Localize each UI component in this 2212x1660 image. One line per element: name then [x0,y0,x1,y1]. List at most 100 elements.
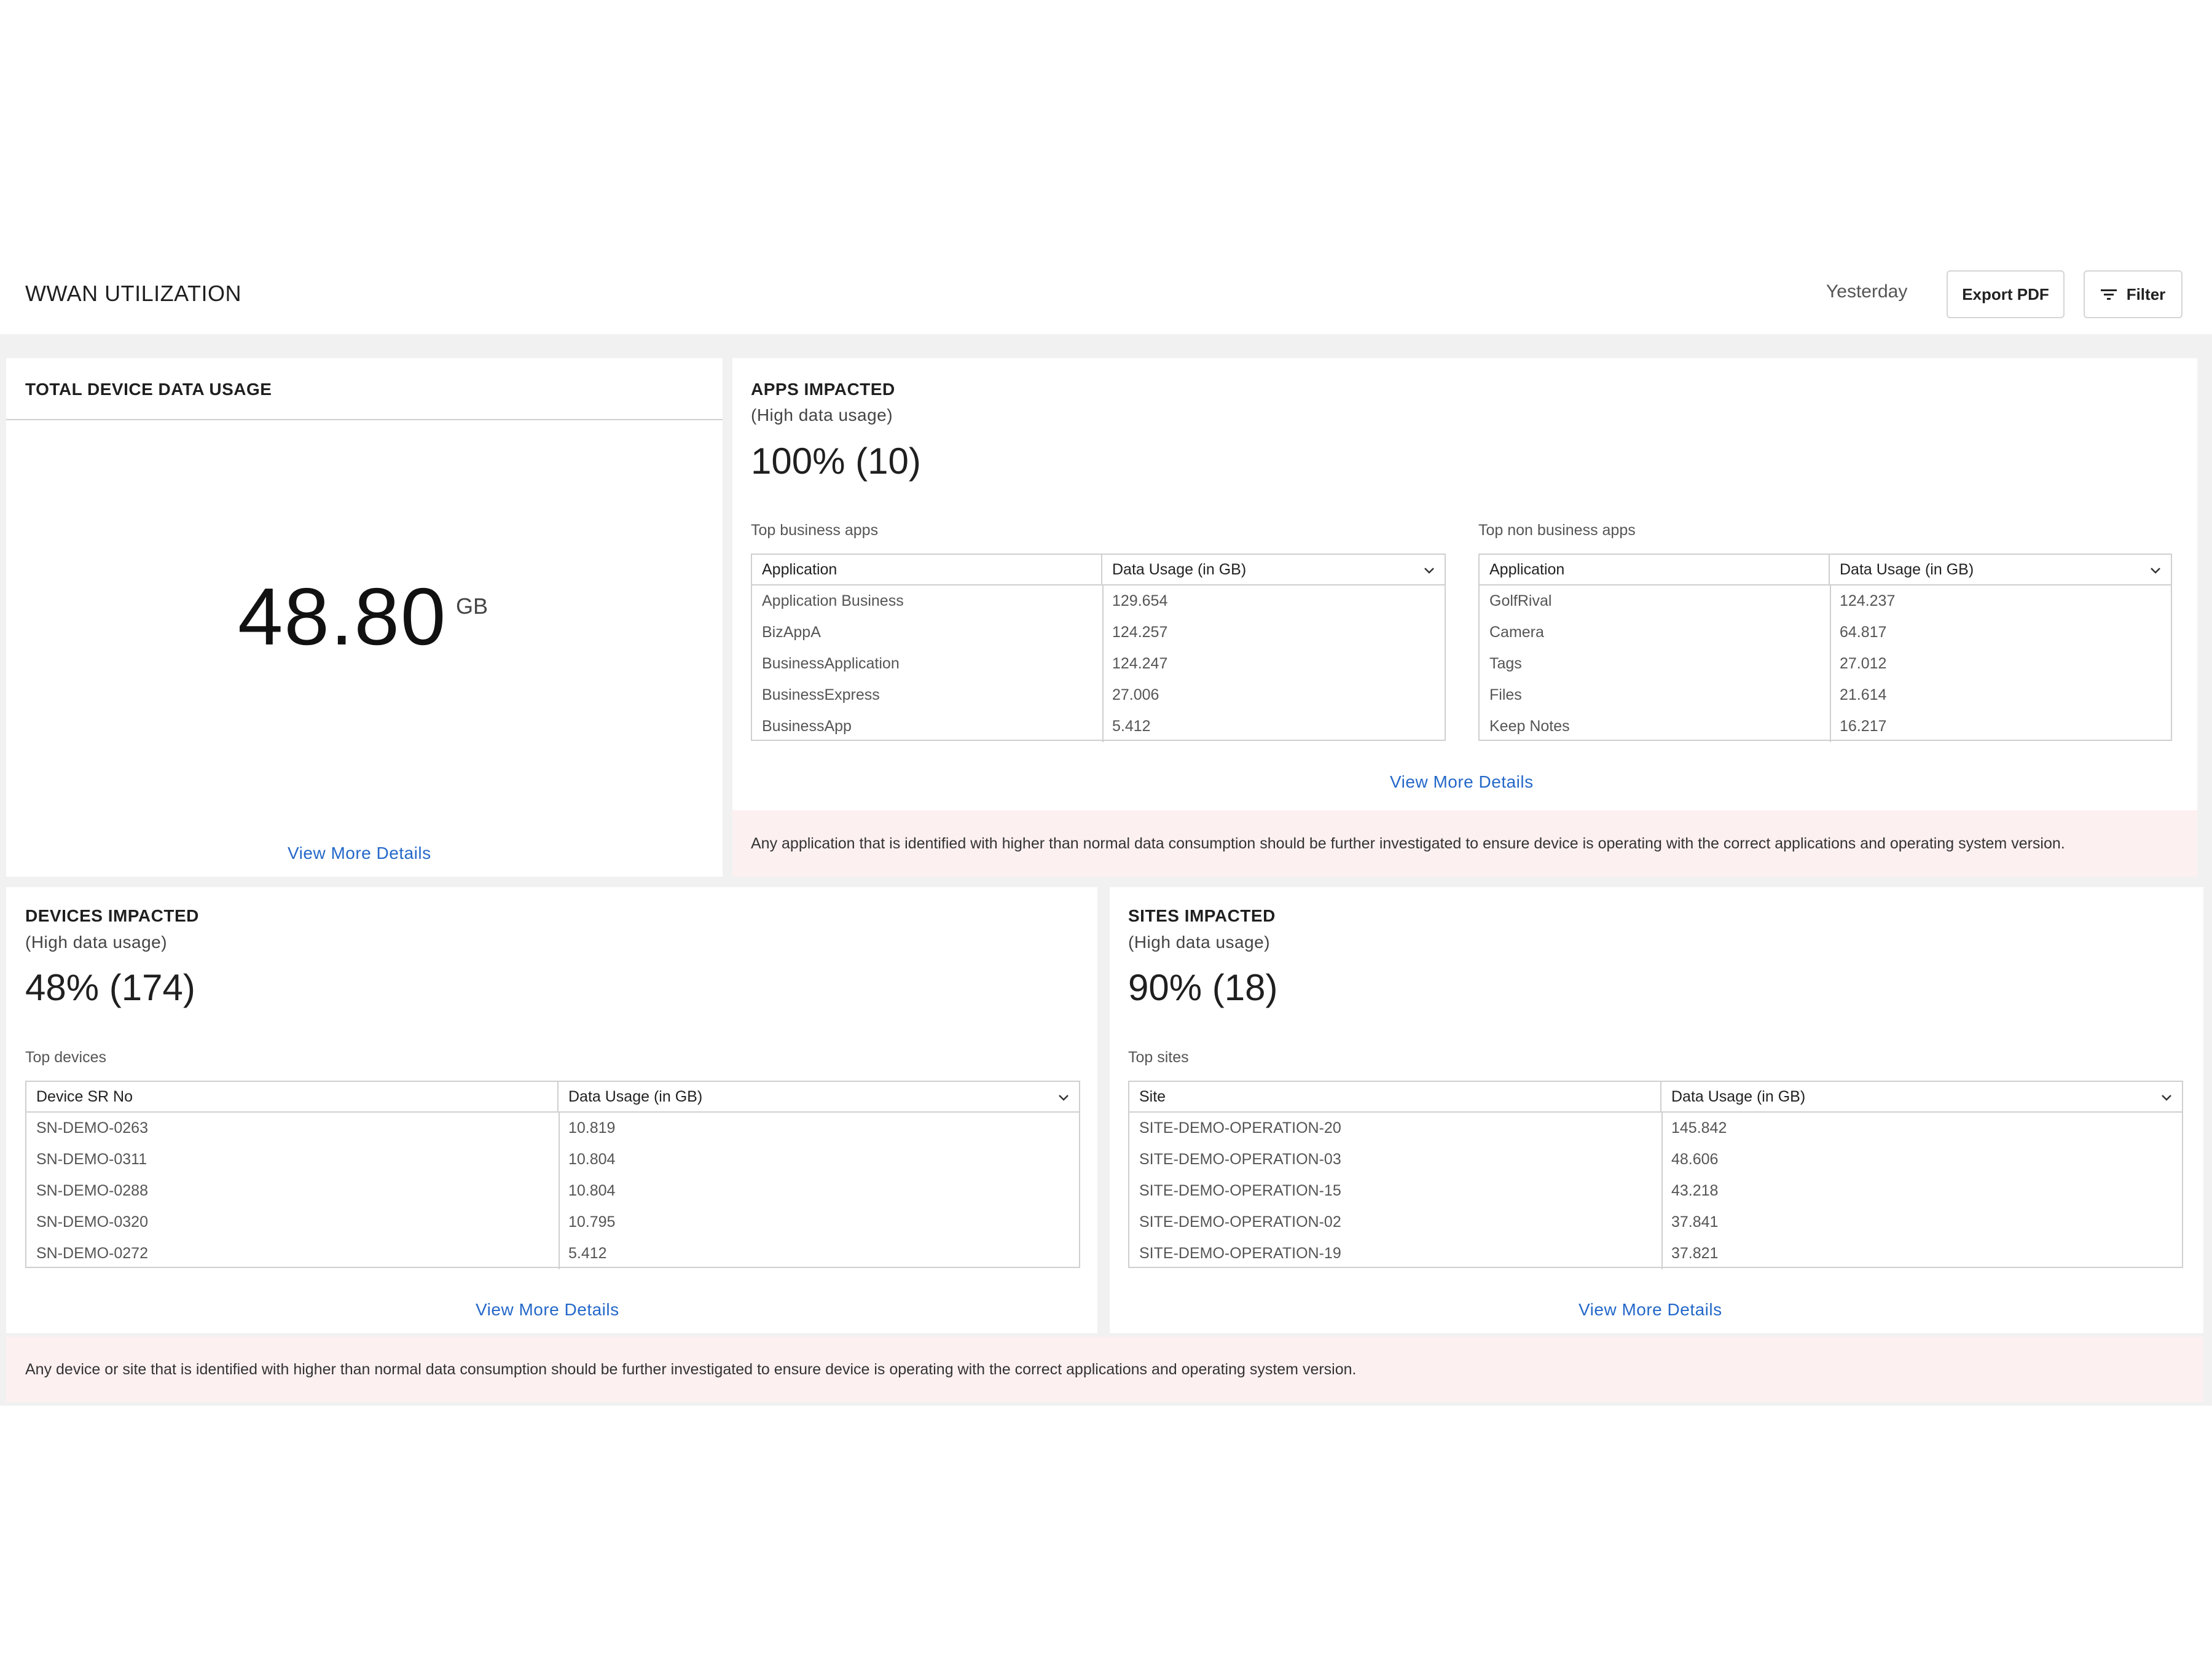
apps-impacted-percent: 100% (10) [751,440,921,482]
filter-label: Filter [2126,284,2166,303]
non-business-apps-table: Application Data Usage (in GB) GolfRival… [1478,554,2172,742]
table-row[interactable]: GolfRival 124.237 [1480,585,2171,617]
table-row[interactable]: BizAppA 124.257 [752,617,1445,648]
device-sr-cell: SN-DEMO-0272 [36,1245,148,1262]
column-separator [559,1113,560,1269]
data-usage-cell: 37.841 [1671,1213,1719,1231]
column-header-site[interactable]: Site [1129,1082,1661,1111]
table-row[interactable]: Application Business 129.654 [752,585,1445,617]
table-row[interactable]: Camera 64.817 [1480,617,2171,648]
table-row[interactable]: SITE-DEMO-OPERATION-20 145.842 [1129,1113,2182,1144]
table-row[interactable]: BusinessApplication 124.247 [752,648,1445,679]
total-usage-title: TOTAL DEVICE DATA USAGE [25,380,272,399]
total-usage-unit: GB [456,593,488,619]
column-header-data-usage[interactable]: Data Usage (in GB) [1661,1082,2182,1111]
data-usage-cell: 21.614 [1840,686,1887,703]
filter-button[interactable]: Filter [2084,270,2183,318]
app-name-cell: Tags [1489,655,1522,672]
table-row[interactable]: Tags 27.012 [1480,648,2171,679]
chevron-down-icon[interactable] [2149,563,2162,577]
data-usage-cell: 10.795 [568,1213,616,1231]
app-name-cell: BusinessApp [762,718,852,735]
site-name-cell: SITE-DEMO-OPERATION-02 [1139,1213,1341,1231]
table-row[interactable]: BusinessApp 5.412 [752,711,1445,742]
data-usage-cell: 37.821 [1671,1245,1719,1262]
app-name-cell: Camera [1489,624,1544,641]
data-usage-cell: 27.012 [1840,655,1887,672]
column-header-data-usage[interactable]: Data Usage (in GB) [1102,555,1445,584]
site-name-cell: SITE-DEMO-OPERATION-15 [1139,1182,1341,1199]
table-row[interactable]: SN-DEMO-0272 5.412 [26,1238,1079,1269]
table-row[interactable]: Files 21.614 [1480,679,2171,711]
table-row[interactable]: SN-DEMO-0263 10.819 [26,1113,1079,1144]
chevron-down-icon[interactable] [1057,1090,1070,1104]
top-sites-label: Top sites [1128,1049,1189,1066]
sites-view-more-link[interactable]: View More Details [1579,1300,1722,1320]
devices-impacted-title: DEVICES IMPACTED [25,906,199,925]
column-header-device-sr-no[interactable]: Device SR No [26,1082,559,1111]
chevron-down-icon[interactable] [1422,563,1436,577]
site-name-cell: SITE-DEMO-OPERATION-20 [1139,1119,1341,1137]
sites-impacted-title: SITES IMPACTED [1128,906,1276,925]
data-usage-cell: 145.842 [1671,1119,1727,1137]
total-view-more-link[interactable]: View More Details [288,844,431,863]
app-name-cell: BusinessExpress [762,686,880,703]
apps-impacted-title: APPS IMPACTED [751,380,895,399]
data-usage-cell: 27.006 [1112,686,1159,703]
table-row[interactable]: SN-DEMO-0288 10.804 [26,1175,1079,1207]
export-pdf-label: Export PDF [1962,284,2049,303]
device-sr-cell: SN-DEMO-0311 [36,1151,147,1168]
column-separator [1830,585,1831,742]
business-apps-table-header: Application Data Usage (in GB) [752,555,1445,585]
site-name-cell: SITE-DEMO-OPERATION-03 [1139,1151,1341,1168]
device-sr-cell: SN-DEMO-0263 [36,1119,148,1137]
site-name-cell: SITE-DEMO-OPERATION-19 [1139,1245,1341,1262]
table-row[interactable]: BusinessExpress 27.006 [752,679,1445,711]
column-header-data-usage[interactable]: Data Usage (in GB) [559,1082,1079,1111]
column-separator [1661,1113,1663,1269]
business-apps-table-body: Application Business 129.654 BizAppA 124.2… [752,585,1445,742]
data-usage-cell: 124.247 [1112,655,1168,672]
app-name-cell: GolfRival [1489,592,1552,609]
non-business-apps-table-body: GolfRival 124.237 Camera 64.817 Tags 27.012… [1480,585,2171,742]
chevron-down-icon[interactable] [2160,1090,2173,1104]
table-row[interactable]: SITE-DEMO-OPERATION-02 37.841 [1129,1207,2182,1238]
device-sr-cell: SN-DEMO-0320 [36,1213,148,1231]
top-business-apps-label: Top business apps [751,522,879,539]
app-name-cell: Keep Notes [1489,718,1570,735]
app-name-cell: BusinessApplication [762,655,900,672]
table-row[interactable]: SN-DEMO-0311 10.804 [26,1144,1079,1175]
app-name-cell: Application Business [762,592,904,609]
table-row[interactable]: Keep Notes 16.217 [1480,711,2171,742]
devices-note-text: Any device or site that is identified wi… [25,1360,1357,1378]
apps-note-text: Any application that is identified with … [751,834,2065,852]
top-sites-table-body: SITE-DEMO-OPERATION-20 145.842 SITE-DEMO-… [1129,1113,2182,1269]
app-name-cell: BizAppA [762,624,821,641]
data-usage-cell: 43.218 [1671,1182,1719,1199]
top-devices-table-body: SN-DEMO-0263 10.819 SN-DEMO-0311 10.804 SN… [26,1113,1079,1269]
column-header-application[interactable]: Application [752,555,1102,584]
table-row[interactable]: SN-DEMO-0320 10.795 [26,1207,1079,1238]
page-title: WWAN UTILIZATION [25,281,241,306]
data-usage-cell: 124.237 [1840,592,1896,609]
total-usage-value: 48.80 [238,571,447,662]
table-row[interactable]: SITE-DEMO-OPERATION-03 48.606 [1129,1144,2182,1175]
column-separator [1102,585,1104,742]
column-header-application[interactable]: Application [1480,555,1830,584]
data-usage-cell: 48.606 [1671,1151,1719,1168]
top-sites-table: Site Data Usage (in GB) SITE-DEMO-OPERAT… [1128,1081,2183,1269]
apps-view-more-link[interactable]: View More Details [1390,772,1534,792]
data-usage-cell: 64.817 [1840,624,1887,641]
period-selector[interactable]: Yesterday [1826,281,1907,302]
devices-impacted-percent: 48% (174) [25,967,195,1008]
data-usage-cell: 16.217 [1840,718,1887,735]
data-usage-cell: 10.804 [568,1151,616,1168]
sites-impacted-percent: 90% (18) [1128,967,1278,1008]
table-row[interactable]: SITE-DEMO-OPERATION-15 43.218 [1129,1175,2182,1207]
devices-view-more-link[interactable]: View More Details [476,1300,619,1320]
column-header-data-usage[interactable]: Data Usage (in GB) [1830,555,2171,584]
export-pdf-button[interactable]: Export PDF [1947,270,2065,318]
devices-sites-note: Any device or site that is identified wi… [6,1337,2203,1402]
data-usage-cell: 5.412 [1112,718,1151,735]
table-row[interactable]: SITE-DEMO-OPERATION-19 37.821 [1129,1238,2182,1269]
